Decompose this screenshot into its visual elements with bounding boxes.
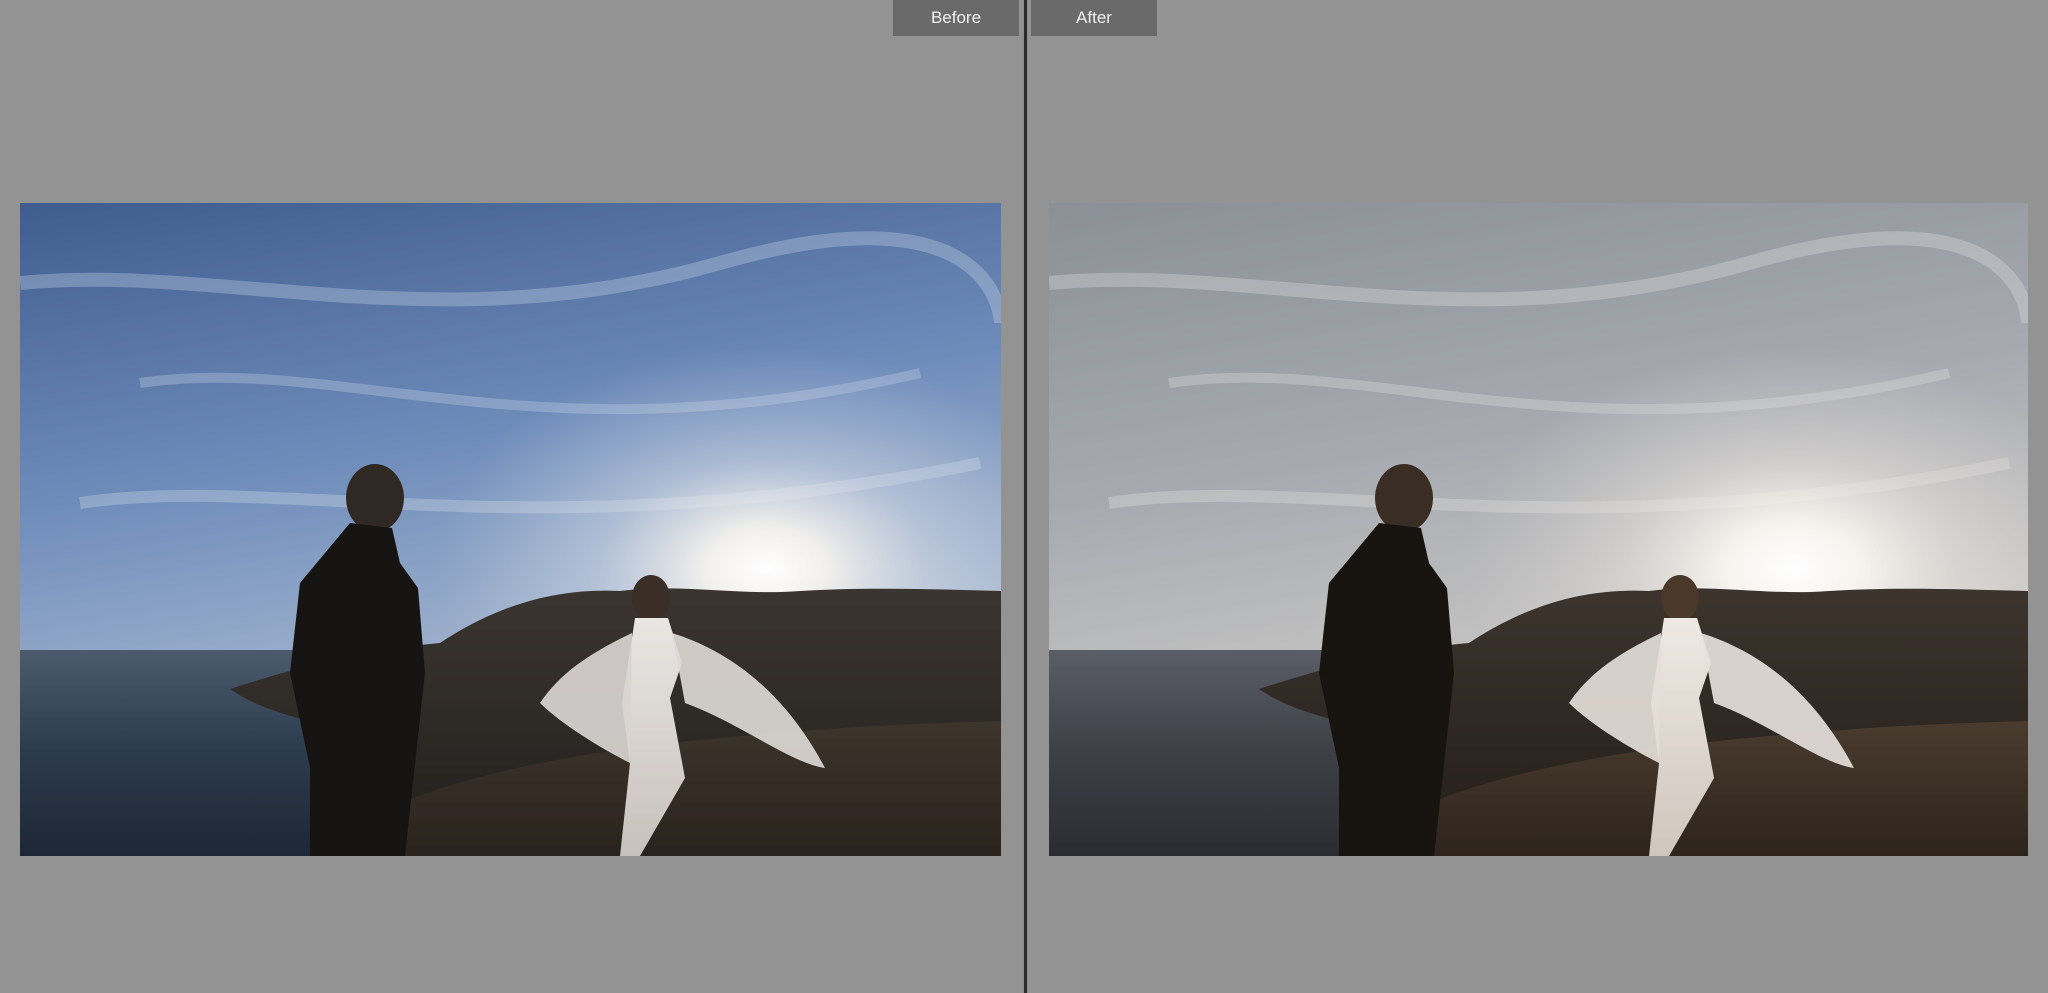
compare-view: Before After [0, 0, 2048, 993]
before-tab[interactable]: Before [893, 0, 1019, 36]
split-divider[interactable] [1022, 0, 1028, 993]
split-divider-line [1024, 0, 1027, 993]
after-photo-image [1049, 203, 2028, 856]
after-photo [1049, 203, 2028, 856]
before-photo-image [20, 203, 1001, 856]
before-photo [20, 203, 1001, 856]
after-tab[interactable]: After [1031, 0, 1157, 36]
